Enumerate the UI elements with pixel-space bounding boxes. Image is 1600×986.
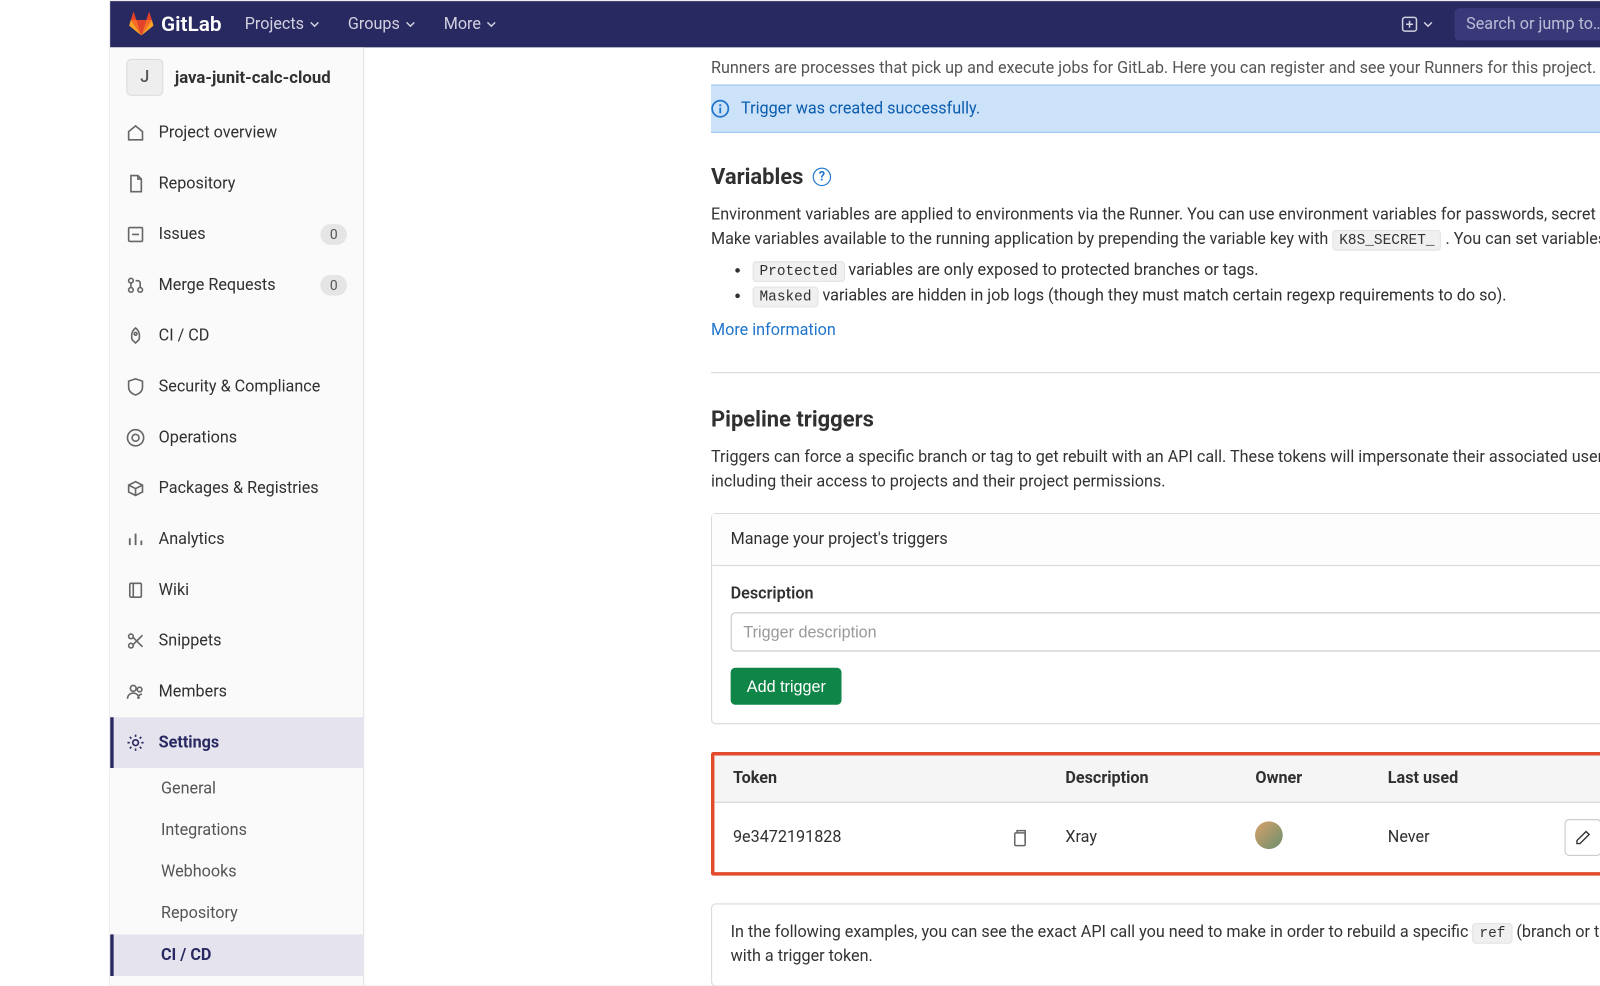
manage-triggers-panel: Manage your project's triggers Descripti…	[711, 513, 1600, 724]
alert-text: Trigger was created successfully.	[741, 99, 980, 117]
k8s-secret-code: K8S_SECRET_	[1332, 230, 1441, 251]
help-icon[interactable]: ?	[812, 167, 830, 185]
merge-icon	[126, 276, 144, 294]
section-divider	[711, 372, 1600, 373]
mr-badge: 0	[321, 275, 347, 296]
settings-sub-repository[interactable]: Repository	[110, 893, 363, 935]
rocket-icon	[126, 327, 144, 345]
gitlab-logo[interactable]: GitLab	[129, 12, 222, 37]
th-description: Description	[1047, 755, 1237, 802]
runners-peek-text: Runners are processes that pick up and e…	[711, 47, 1600, 77]
home-icon	[126, 124, 144, 142]
trigger-description-cell: Xray	[1047, 802, 1237, 872]
th-owner: Owner	[1237, 755, 1369, 802]
th-last-used: Last used	[1369, 755, 1539, 802]
issues-badge: 0	[321, 224, 347, 245]
scissors-icon	[126, 632, 144, 650]
th-token: Token	[714, 755, 1046, 802]
sidebar-item-wiki[interactable]: Wiki	[110, 565, 363, 616]
sidebar-item-repository[interactable]: Repository	[110, 158, 363, 209]
trigger-description-input[interactable]	[730, 612, 1600, 651]
plus-square-icon	[1401, 16, 1417, 32]
global-search[interactable]: Search or jump to…	[1455, 8, 1600, 40]
pencil-icon	[1575, 829, 1591, 845]
sidebar-item-packages[interactable]: Packages & Registries	[110, 463, 363, 514]
project-name: java-junit-calc-cloud	[175, 68, 331, 88]
file-icon	[126, 174, 144, 192]
brand-name: GitLab	[161, 12, 222, 36]
examples-panel: In the following examples, you can see t…	[711, 903, 1600, 985]
settings-sub-integrations[interactable]: Integrations	[110, 810, 363, 852]
variables-heading: Variables ?	[711, 163, 1600, 190]
nav-projects[interactable]: Projects	[231, 1, 334, 47]
sidebar-item-overview[interactable]: Project overview	[110, 107, 363, 158]
new-dropdown[interactable]	[1390, 16, 1445, 32]
triggers-table-highlight: Token Description Owner Last used	[711, 752, 1600, 876]
settings-submenu: General Integrations Webhooks Repository…	[110, 768, 363, 976]
sidebar-item-cicd[interactable]: CI / CD	[110, 311, 363, 362]
ref-code: ref	[1472, 923, 1512, 944]
variables-more-info-link[interactable]: More information	[711, 321, 836, 339]
sidebar-item-members[interactable]: Members	[110, 666, 363, 717]
sidebar-item-snippets[interactable]: Snippets	[110, 616, 363, 667]
edit-trigger-button[interactable]	[1564, 819, 1600, 856]
chart-icon	[126, 530, 144, 548]
nav-groups[interactable]: Groups	[334, 1, 430, 47]
chevron-down-icon	[486, 18, 498, 30]
book-icon	[126, 581, 144, 599]
members-icon	[126, 683, 144, 701]
main-content: Runners are processes that pick up and e…	[364, 47, 1600, 985]
gear-icon	[126, 733, 144, 751]
package-icon	[126, 479, 144, 497]
top-navbar: GitLab Projects Groups More Search or ju…	[110, 1, 1600, 47]
sidebar-item-security[interactable]: Security & Compliance	[110, 362, 363, 413]
sidebar-item-operations[interactable]: Operations	[110, 412, 363, 463]
clipboard-icon[interactable]	[1010, 828, 1028, 846]
settings-sub-cicd[interactable]: CI / CD	[110, 934, 363, 976]
project-sidebar: J java-junit-calc-cloud Project overview…	[110, 47, 364, 985]
nav-more[interactable]: More	[430, 1, 511, 47]
variables-bullets: Protected variables are only exposed to …	[711, 261, 1600, 305]
variables-description: Environment variables are applied to env…	[711, 203, 1600, 252]
shield-icon	[126, 378, 144, 396]
sidebar-item-analytics[interactable]: Analytics	[110, 514, 363, 565]
description-label: Description	[730, 584, 1600, 602]
sidebar-item-merge-requests[interactable]: Merge Requests0	[110, 260, 363, 311]
chevron-down-icon	[309, 18, 321, 30]
owner-avatar[interactable]	[1255, 821, 1283, 849]
trigger-last-used-cell: Never	[1369, 802, 1539, 872]
project-header[interactable]: J java-junit-calc-cloud	[110, 47, 363, 107]
bullet-masked: Masked variables are hidden in job logs …	[752, 286, 1600, 304]
triggers-table: Token Description Owner Last used	[714, 755, 1600, 872]
bullet-protected: Protected variables are only exposed to …	[752, 261, 1600, 279]
operations-icon	[126, 429, 144, 447]
project-avatar: J	[126, 59, 163, 96]
token-value: 9e3472191828	[733, 828, 842, 846]
sidebar-item-issues[interactable]: Issues0	[110, 209, 363, 260]
triggers-description: Triggers can force a specific branch or …	[711, 446, 1600, 495]
panel-heading: Manage your project's triggers	[712, 514, 1600, 566]
info-icon	[711, 99, 729, 117]
chevron-down-icon	[1422, 18, 1434, 30]
settings-sub-webhooks[interactable]: Webhooks	[110, 851, 363, 893]
settings-sub-general[interactable]: General	[110, 768, 363, 810]
add-trigger-button[interactable]: Add trigger	[730, 668, 841, 705]
sidebar-item-settings[interactable]: Settings	[110, 717, 363, 768]
triggers-heading: Pipeline triggers	[711, 405, 1600, 432]
chevron-down-icon	[404, 18, 416, 30]
trigger-row: 9e3472191828 Xray Never	[714, 802, 1600, 872]
success-alert: Trigger was created successfully.	[711, 84, 1600, 133]
issues-icon	[126, 225, 144, 243]
gitlab-icon	[129, 12, 154, 37]
